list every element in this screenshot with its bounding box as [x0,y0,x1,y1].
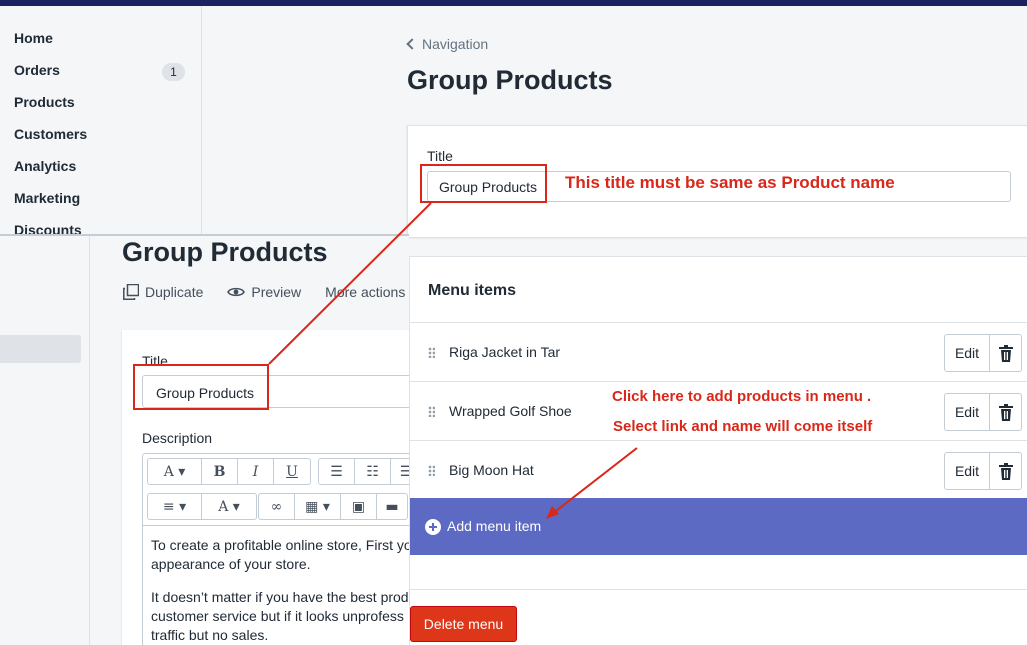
editor-toolbar-row-1: A ▾ B I U ☰ ☷ ☰ [143,454,409,489]
link-button[interactable]: ∞ [259,494,295,519]
plus-circle-icon [425,519,441,535]
sidebar-item-customers[interactable]: Customers [14,126,87,142]
eye-icon [227,287,246,297]
italic-button[interactable]: I [238,459,274,484]
table-dropdown[interactable]: ▦ ▾ [295,494,341,519]
overlay-sidebar [0,236,90,645]
breadcrumb[interactable]: Navigation [405,36,488,52]
delete-menu-button[interactable]: Delete menu [410,606,517,642]
title-annotation: This title must be same as Product name [565,173,895,192]
page-title: Group Products [407,65,613,95]
link-icon: ∞ [270,498,283,515]
insert-group: ∞ ▦ ▾ ▣ ▬ [258,493,408,520]
orders-count-badge: 1 [162,63,185,81]
product-actions: Duplicate Preview More actions [123,284,405,300]
duplicate-action[interactable]: Duplicate [123,284,203,300]
video-icon: ▬ [385,498,399,515]
image-button[interactable]: ▣ [341,494,377,519]
sidebar-item-home[interactable]: Home [14,30,53,46]
menu-item-row[interactable]: Riga Jacket in Tar Edit [410,322,1027,381]
indent-icon: ☰ [400,464,409,480]
edit-button[interactable]: Edit [944,393,990,431]
add-annotation-line-2: Select link and name will come itself [613,418,873,435]
underline-button[interactable]: U [274,459,310,484]
text-color-dropdown[interactable]: A ▾ [202,494,256,519]
align-group: ≡ ▾ A ▾ [147,493,257,520]
product-page-title: Group Products [122,237,328,267]
description-editor[interactable]: A ▾ B I U ☰ ☷ ☰ ≡ ▾ A ▾ ∞ ▦ ▾ [142,453,409,645]
sidebar-item-marketing[interactable]: Marketing [14,190,80,206]
chevron-left-icon [406,38,418,50]
table-icon: ▦ ▾ [305,498,330,515]
indent-button[interactable]: ☰ [391,459,409,484]
duplicate-label: Duplicate [145,284,204,300]
numbered-list-button[interactable]: ☷ [355,459,391,484]
format-group: A ▾ B I U [147,458,311,485]
menu-item-row[interactable]: Big Moon Hat Edit [410,440,1027,499]
trash-icon [999,463,1013,480]
menu-item-name: Big Moon Hat [449,462,534,478]
description-line: To create a profitable online store, Fir… [151,537,409,553]
sidebar: Home Orders 1 Products Customers Analyti… [0,6,202,234]
more-actions[interactable]: More actions [325,284,405,300]
add-menu-item-label: Add menu item [447,518,542,534]
divider [410,589,1027,590]
description-text: To create a profitable online store, Fir… [151,536,409,645]
edit-button[interactable]: Edit [944,452,990,490]
bullet-list-button[interactable]: ☰ [319,459,355,484]
font-size-dropdown[interactable]: A ▾ [148,459,202,484]
more-actions-label: More actions [325,284,406,300]
align-left-icon: ≡ ▾ [162,498,187,515]
description-line: traffic but no sales. [151,627,269,643]
menu-items-card: Menu items Riga Jacket in Tar Edit Wrapp… [409,256,1027,645]
list-group: ☰ ☷ ☰ [318,458,409,485]
description-line: customer service but if it looks unprofe… [151,608,404,624]
sidebar-item-orders[interactable]: Orders [14,62,60,78]
preview-action[interactable]: Preview [227,284,301,300]
drag-handle-icon[interactable] [428,465,435,476]
delete-item-button[interactable] [989,334,1022,372]
bold-button[interactable]: B [202,459,238,484]
bullet-list-icon: ☰ [330,463,343,480]
edit-button[interactable]: Edit [944,334,990,372]
delete-item-button[interactable] [989,393,1022,431]
align-dropdown[interactable]: ≡ ▾ [148,494,202,519]
drag-handle-icon[interactable] [428,347,435,358]
add-annotation-line-1: Click here to add products in menu . [612,388,872,405]
image-icon: ▣ [351,498,366,515]
breadcrumb-label: Navigation [422,36,489,52]
sidebar-item-analytics[interactable]: Analytics [14,158,76,174]
editor-toolbar-row-2: ≡ ▾ A ▾ ∞ ▦ ▾ ▣ ▬ [143,489,409,524]
video-button[interactable]: ▬ [377,494,407,519]
add-menu-item-button[interactable]: Add menu item [410,498,1027,555]
sidebar-item-discounts[interactable]: Discounts [14,222,82,234]
product-title-highlight-box [133,364,269,410]
duplicate-icon [123,284,139,300]
delete-item-button[interactable] [989,452,1022,490]
title-label: Title [427,148,453,164]
description-line: appearance of your store. [151,556,311,572]
title-highlight-box [420,164,547,203]
drag-handle-icon[interactable] [428,406,435,417]
menu-items-heading: Menu items [428,282,517,299]
preview-label: Preview [251,284,302,300]
numbered-list-icon: ☷ [366,463,379,480]
product-page-overlay: Group Products Duplicate Preview More ac… [0,234,409,645]
menu-item-name: Wrapped Golf Shoe [449,403,572,419]
divider [143,525,409,526]
sidebar-item-products[interactable]: Products [14,94,75,110]
description-label: Description [142,430,213,446]
font-icon: A ▾ [163,463,186,480]
sidebar-selected-item[interactable] [0,335,81,363]
menu-item-name: Riga Jacket in Tar [449,344,561,360]
trash-icon [999,345,1013,362]
trash-icon [999,404,1013,421]
text-color-icon: A ▾ [218,498,240,515]
description-line: It doesn’t matter if you have the best p… [151,589,409,605]
